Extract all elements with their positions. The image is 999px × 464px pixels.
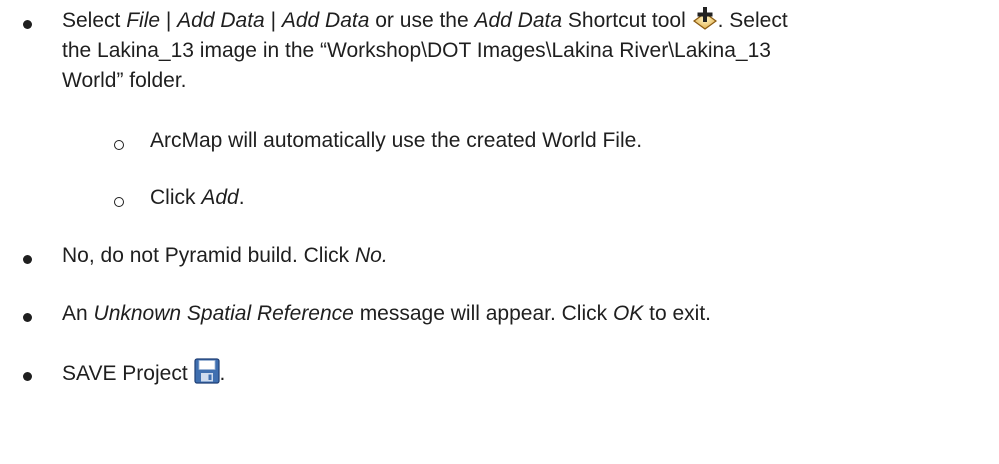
- instruction-no-pyramid: No, do not Pyramid build. Click No.: [62, 244, 388, 267]
- instruction-click-add: Click Add.: [150, 186, 245, 209]
- bullet: [23, 20, 32, 29]
- instruction-add-data-line3: World” folder.: [62, 69, 187, 92]
- sub-bullet: [114, 140, 124, 150]
- instruction-spatial-reference: An Unknown Spatial Reference message wil…: [62, 302, 712, 325]
- instruction-world-file: ArcMap will automatically use the create…: [150, 129, 643, 152]
- instruction-add-data-line1: Select File | Add Data | Add Data or use…: [62, 6, 788, 39]
- bullet: [23, 372, 32, 381]
- sub-bullet: [114, 197, 124, 207]
- instruction-save-project: SAVE Project .: [62, 358, 225, 392]
- save-icon[interactable]: [193, 358, 220, 392]
- add-data-icon[interactable]: [692, 7, 718, 39]
- instructions-page: Select File | Add Data | Add Data or use…: [0, 0, 999, 464]
- bullet: [23, 313, 32, 322]
- bullet: [23, 255, 32, 264]
- instruction-add-data-line2: the Lakina_13 image in the “Workshop\DOT…: [62, 39, 771, 62]
